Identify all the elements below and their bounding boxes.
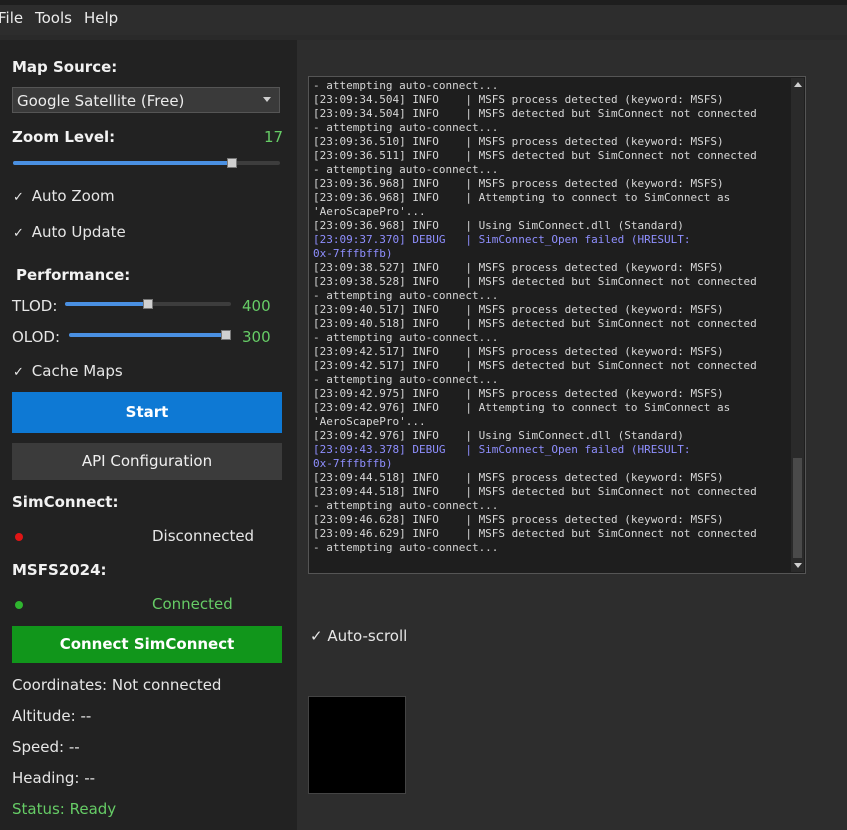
checkmark-icon: ✓ bbox=[310, 627, 323, 645]
log-scrollbar[interactable] bbox=[791, 78, 804, 572]
log-line: [23:09:42.517] INFO | MSFS detected but … bbox=[313, 359, 757, 372]
log-line: [23:09:36.968] INFO | MSFS process detec… bbox=[313, 177, 724, 190]
chevron-down-icon bbox=[263, 97, 271, 102]
log-line: [23:09:42.975] INFO | MSFS process detec… bbox=[313, 387, 724, 400]
auto-zoom-checkbox[interactable]: ✓ Auto Zoom bbox=[13, 187, 115, 205]
log-line: [23:09:34.504] INFO | MSFS detected but … bbox=[313, 107, 757, 120]
tlod-label: TLOD: bbox=[12, 297, 58, 315]
zoom-slider-fill bbox=[13, 161, 232, 165]
auto-zoom-label: Auto Zoom bbox=[31, 187, 115, 205]
simconnect-status: Disconnected bbox=[152, 527, 255, 545]
log-line: [23:09:44.518] INFO | MSFS detected but … bbox=[313, 485, 757, 498]
tlod-slider[interactable] bbox=[65, 299, 231, 309]
tlod-slider-fill bbox=[65, 302, 148, 306]
scroll-up-icon[interactable] bbox=[794, 82, 802, 87]
log-line: [23:09:38.527] INFO | MSFS process detec… bbox=[313, 261, 724, 274]
auto-update-label: Auto Update bbox=[31, 223, 126, 241]
olod-value: 300 bbox=[242, 328, 271, 346]
tlod-slider-handle[interactable] bbox=[143, 299, 153, 309]
status-text: Status: Ready bbox=[12, 800, 117, 818]
log-line: [23:09:40.518] INFO | MSFS detected but … bbox=[313, 317, 757, 330]
map-source-select[interactable]: Google Satellite (Free) bbox=[12, 87, 280, 113]
coordinates-text: Coordinates: Not connected bbox=[12, 676, 222, 694]
log-output[interactable]: - attempting auto-connect... [23:09:34.50… bbox=[308, 76, 806, 574]
simconnect-label: SimConnect: bbox=[12, 493, 119, 511]
olod-slider[interactable] bbox=[69, 330, 231, 340]
log-line: [23:09:36.510] INFO | MSFS process detec… bbox=[313, 135, 724, 148]
log-line: 'AeroScapePro'... bbox=[313, 415, 426, 428]
log-line: [23:09:40.517] INFO | MSFS process detec… bbox=[313, 303, 724, 316]
log-line: [23:09:42.976] INFO | Using SimConnect.d… bbox=[313, 429, 684, 442]
status-dot-red-icon bbox=[15, 533, 23, 541]
speed-text: Speed: -- bbox=[12, 738, 80, 756]
log-line: [23:09:42.976] INFO | Attempting to conn… bbox=[313, 401, 731, 414]
zoom-level-value: 17 bbox=[264, 128, 284, 146]
log-line: [23:09:46.628] INFO | MSFS process detec… bbox=[313, 513, 724, 526]
log-line: [23:09:42.517] INFO | MSFS process detec… bbox=[313, 345, 724, 358]
msfs-status: Connected bbox=[152, 595, 233, 613]
menu-tools[interactable]: Tools bbox=[35, 9, 72, 27]
log-line: 0x-7fffbffb) bbox=[313, 457, 393, 470]
scroll-thumb[interactable] bbox=[793, 458, 802, 558]
log-line: - attempting auto-connect... bbox=[313, 79, 499, 92]
menu-file[interactable]: File bbox=[0, 9, 23, 27]
auto-scroll-checkbox[interactable]: ✓ Auto-scroll bbox=[310, 627, 407, 645]
status-dot-green-icon bbox=[15, 601, 23, 609]
map-source-label: Map Source: bbox=[12, 58, 118, 76]
log-line: [23:09:36.511] INFO | MSFS detected but … bbox=[313, 149, 757, 162]
menu-bar: File Tools Help bbox=[0, 5, 847, 35]
api-configuration-button[interactable]: API Configuration bbox=[12, 443, 282, 480]
altitude-text: Altitude: -- bbox=[12, 707, 92, 725]
olod-slider-fill bbox=[69, 333, 226, 337]
performance-label: Performance: bbox=[16, 266, 131, 284]
log-panel: - attempting auto-connect... [23:09:34.50… bbox=[297, 40, 847, 830]
log-line: [23:09:44.518] INFO | MSFS process detec… bbox=[313, 471, 724, 484]
log-line: - attempting auto-connect... bbox=[313, 499, 499, 512]
log-line: [23:09:37.370] DEBUG | SimConnect_Open f… bbox=[313, 233, 691, 246]
start-button[interactable]: Start bbox=[12, 392, 282, 433]
log-line: [23:09:38.528] INFO | MSFS detected but … bbox=[313, 275, 757, 288]
olod-label: OLOD: bbox=[12, 328, 61, 346]
zoom-slider-handle[interactable] bbox=[226, 158, 237, 168]
auto-update-checkbox[interactable]: ✓ Auto Update bbox=[13, 223, 126, 241]
olod-slider-handle[interactable] bbox=[221, 330, 231, 340]
auto-scroll-label: Auto-scroll bbox=[327, 627, 408, 645]
log-line: - attempting auto-connect... bbox=[313, 331, 499, 344]
log-lines: - attempting auto-connect... [23:09:34.50… bbox=[313, 79, 793, 555]
checkmark-icon: ✓ bbox=[13, 365, 24, 380]
cache-maps-checkbox[interactable]: ✓ Cache Maps bbox=[13, 362, 123, 380]
log-line: 0x-7fffbffb) bbox=[313, 247, 393, 260]
zoom-level-label: Zoom Level: bbox=[12, 128, 116, 146]
log-line: - attempting auto-connect... bbox=[313, 121, 499, 134]
log-line: - attempting auto-connect... bbox=[313, 541, 499, 554]
connect-simconnect-button[interactable]: Connect SimConnect bbox=[12, 626, 282, 663]
log-line: [23:09:36.968] INFO | Attempting to conn… bbox=[313, 191, 731, 204]
log-line: [23:09:34.504] INFO | MSFS process detec… bbox=[313, 93, 724, 106]
log-line: - attempting auto-connect... bbox=[313, 163, 499, 176]
log-line: 'AeroScapePro'... bbox=[313, 205, 426, 218]
log-line: [23:09:46.629] INFO | MSFS detected but … bbox=[313, 527, 757, 540]
zoom-slider[interactable] bbox=[13, 158, 280, 168]
msfs2024-label: MSFS2024: bbox=[12, 561, 107, 579]
log-line: [23:09:43.378] DEBUG | SimConnect_Open f… bbox=[313, 443, 691, 456]
tlod-value: 400 bbox=[242, 297, 271, 315]
map-preview bbox=[308, 696, 406, 794]
map-source-value: Google Satellite (Free) bbox=[17, 92, 185, 110]
checkmark-icon: ✓ bbox=[13, 226, 24, 241]
log-line: - attempting auto-connect... bbox=[313, 289, 499, 302]
log-line: - attempting auto-connect... bbox=[313, 373, 499, 386]
heading-text: Heading: -- bbox=[12, 769, 96, 787]
cache-maps-label: Cache Maps bbox=[31, 362, 123, 380]
menu-help[interactable]: Help bbox=[84, 9, 118, 27]
checkmark-icon: ✓ bbox=[13, 190, 24, 205]
log-line: [23:09:36.968] INFO | Using SimConnect.d… bbox=[313, 219, 684, 232]
scroll-down-icon[interactable] bbox=[794, 563, 802, 568]
